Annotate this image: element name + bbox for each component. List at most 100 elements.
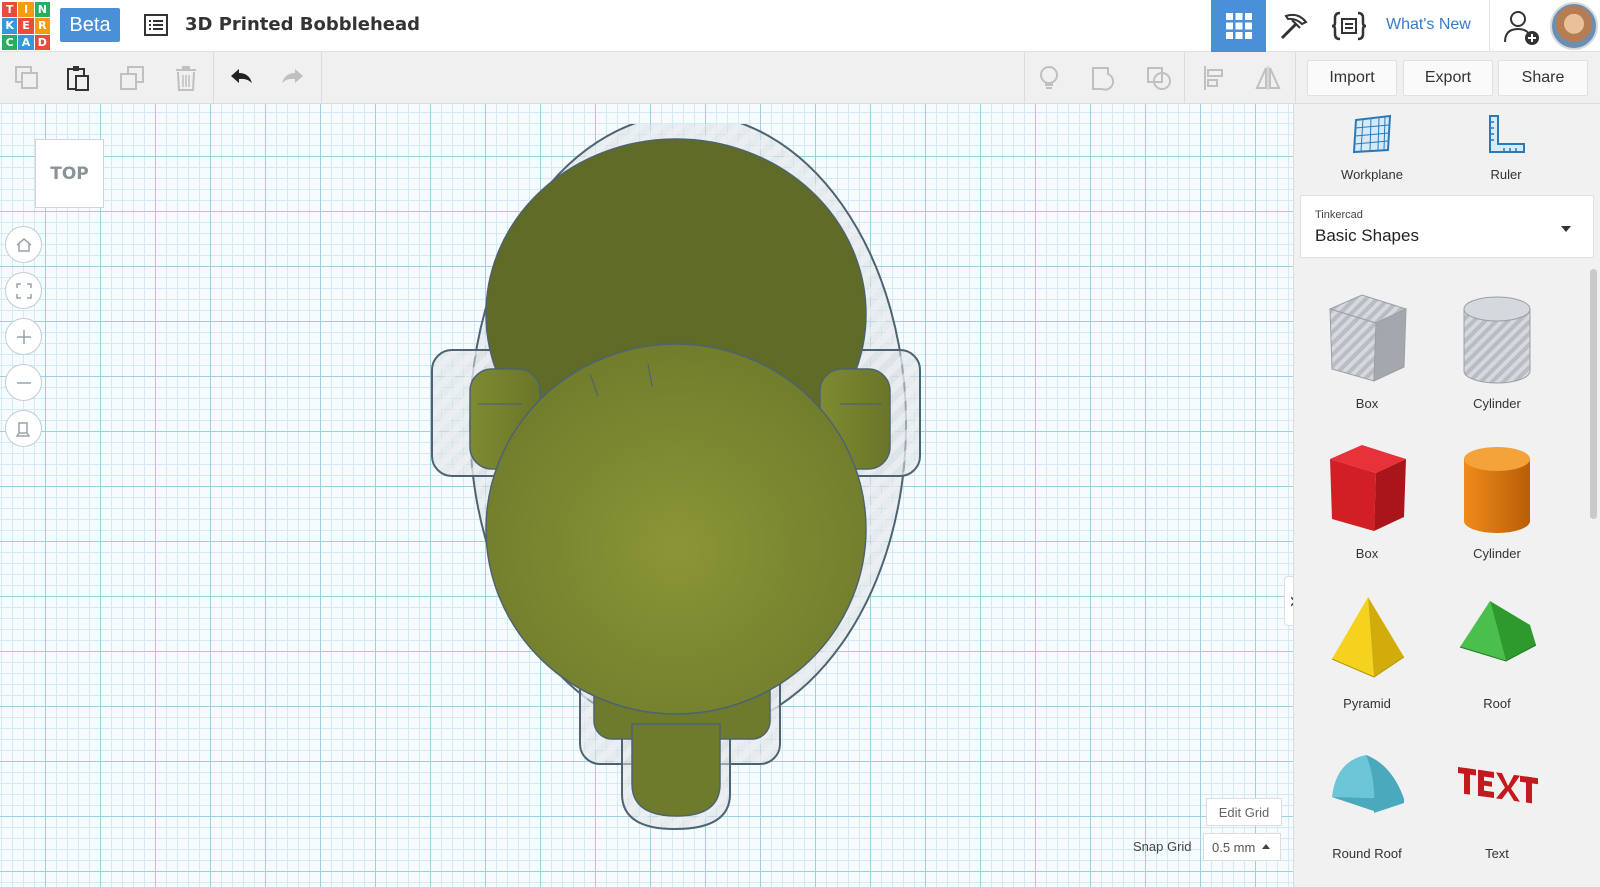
align-button[interactable]	[1198, 62, 1230, 94]
shape-roof[interactable]: Roof	[1432, 579, 1562, 729]
3d-design-view-button[interactable]	[1211, 0, 1266, 52]
shape-label: Roof	[1483, 696, 1511, 711]
perspective-icon	[15, 421, 30, 437]
ruler-icon	[1489, 115, 1525, 153]
logo-letter: N	[34, 2, 50, 18]
tinkercad-logo[interactable]: T I N K E R C A D	[2, 2, 50, 50]
ungroup-button[interactable]	[1143, 62, 1175, 94]
caret-up-icon	[1262, 844, 1270, 849]
shape-grid: Box Cylinder Box Cylinder Pyramid Roof R…	[1294, 279, 1584, 887]
undo-button[interactable]	[225, 62, 257, 94]
top-bar: T I N K E R C A D Beta 3D Printed Bobble…	[0, 0, 1600, 52]
panel-scrollbar[interactable]	[1590, 269, 1597, 519]
lightbulb-icon	[1040, 66, 1058, 89]
whats-new-link[interactable]: What's New	[1386, 16, 1471, 34]
shapes-panel: Workplane Ruler Tinkercad Basic Shapes B…	[1293, 104, 1600, 887]
shape-label: Round Roof	[1332, 846, 1402, 861]
shape-box-hole[interactable]: Box	[1302, 279, 1432, 429]
snap-grid-select[interactable]: 0.5 mm	[1203, 833, 1281, 861]
group-icon	[1092, 67, 1115, 91]
divider	[1024, 52, 1025, 104]
add-collaborator-button[interactable]	[1502, 8, 1542, 46]
logo-letter: A	[18, 34, 34, 50]
box-hole-icon	[1328, 294, 1408, 382]
paste-button[interactable]	[62, 62, 94, 94]
roof-icon	[1459, 601, 1537, 662]
workplane-label: Workplane	[1341, 167, 1403, 182]
group-button[interactable]	[1088, 62, 1120, 94]
edit-grid-button[interactable]: Edit Grid	[1206, 798, 1282, 826]
mirror-icon	[1255, 66, 1281, 90]
codeblocks-view-button[interactable]	[1321, 0, 1376, 52]
shape-round-roof[interactable]: Round Roof	[1302, 729, 1432, 879]
copy-icon	[15, 66, 38, 89]
duplicate-button[interactable]	[116, 62, 148, 94]
shape-library-select[interactable]: Tinkercad Basic Shapes	[1300, 195, 1594, 258]
redo-button[interactable]	[277, 62, 309, 94]
project-title[interactable]: 3D Printed Bobblehead	[185, 14, 420, 35]
shape-label: Cylinder	[1473, 546, 1521, 561]
list-menu-icon[interactable]	[143, 12, 169, 38]
edit-toolbar: Import Export Share	[0, 52, 1600, 104]
text-shape-icon	[1458, 767, 1538, 804]
export-button[interactable]: Export	[1403, 60, 1493, 96]
redo-icon	[282, 69, 303, 83]
library-name: Basic Shapes	[1315, 226, 1419, 245]
shape-cylinder-hole[interactable]: Cylinder	[1432, 279, 1562, 429]
fit-view-button[interactable]	[5, 272, 42, 309]
shape-label: Cylinder	[1473, 396, 1521, 411]
minecraft-view-button[interactable]	[1266, 0, 1321, 52]
logo-letter: T	[2, 2, 18, 18]
trash-icon	[176, 66, 196, 91]
code-braces-icon	[1331, 11, 1366, 41]
import-button[interactable]: Import	[1307, 60, 1397, 96]
workplane-canvas[interactable]: TOP Edit Grid Snap Grid 0.5 mm	[0, 104, 1293, 887]
pickaxe-icon	[1280, 13, 1308, 40]
mirror-button[interactable]	[1252, 62, 1284, 94]
copy-button[interactable]	[11, 62, 43, 94]
logo-letter: R	[34, 18, 50, 34]
round-roof-icon	[1332, 755, 1404, 813]
view-cube[interactable]: TOP	[35, 139, 104, 208]
align-icon	[1204, 66, 1223, 90]
ruler-tool[interactable]: Ruler	[1456, 112, 1556, 182]
divider	[1295, 52, 1296, 104]
delete-button[interactable]	[170, 62, 202, 94]
shape-label: Text	[1485, 846, 1509, 861]
cylinder-icon	[1464, 447, 1530, 533]
share-button[interactable]: Share	[1498, 60, 1588, 96]
ungroup-icon	[1147, 67, 1171, 90]
workplane-icon	[1352, 114, 1392, 154]
grid-icon	[1225, 13, 1252, 39]
add-user-icon	[1504, 11, 1539, 45]
divider	[1489, 0, 1490, 52]
snap-grid-label: Snap Grid	[1133, 839, 1192, 854]
shape-pyramid[interactable]: Pyramid	[1302, 579, 1432, 729]
logo-letter: I	[18, 2, 34, 18]
shape-text[interactable]: Text	[1432, 729, 1562, 879]
collapse-panel-button[interactable]: ›	[1284, 576, 1293, 626]
cylinder-hole-icon	[1463, 296, 1531, 384]
logo-letter: D	[34, 34, 50, 50]
shape-box[interactable]: Box	[1302, 429, 1432, 579]
bobblehead-model[interactable]	[420, 124, 960, 844]
shape-label: Box	[1355, 546, 1379, 561]
plus-icon	[16, 329, 31, 344]
home-view-button[interactable]	[5, 226, 42, 263]
notes-button[interactable]	[1033, 62, 1065, 94]
caret-down-icon	[1561, 226, 1571, 232]
logo-letter: C	[2, 34, 18, 50]
snap-grid-value: 0.5 mm	[1212, 839, 1256, 855]
user-avatar[interactable]	[1550, 2, 1598, 50]
perspective-button[interactable]	[5, 410, 42, 447]
shape-cylinder[interactable]: Cylinder	[1432, 429, 1562, 579]
zoom-in-button[interactable]	[5, 318, 42, 355]
divider	[1184, 52, 1185, 104]
library-provider: Tinkercad	[1315, 209, 1363, 221]
workplane-tool[interactable]: Workplane	[1322, 112, 1422, 182]
undo-icon	[231, 69, 252, 83]
logo-letter: K	[2, 18, 18, 34]
beta-badge: Beta	[60, 8, 120, 42]
pyramid-icon	[1331, 597, 1405, 678]
zoom-out-button[interactable]	[5, 364, 42, 401]
